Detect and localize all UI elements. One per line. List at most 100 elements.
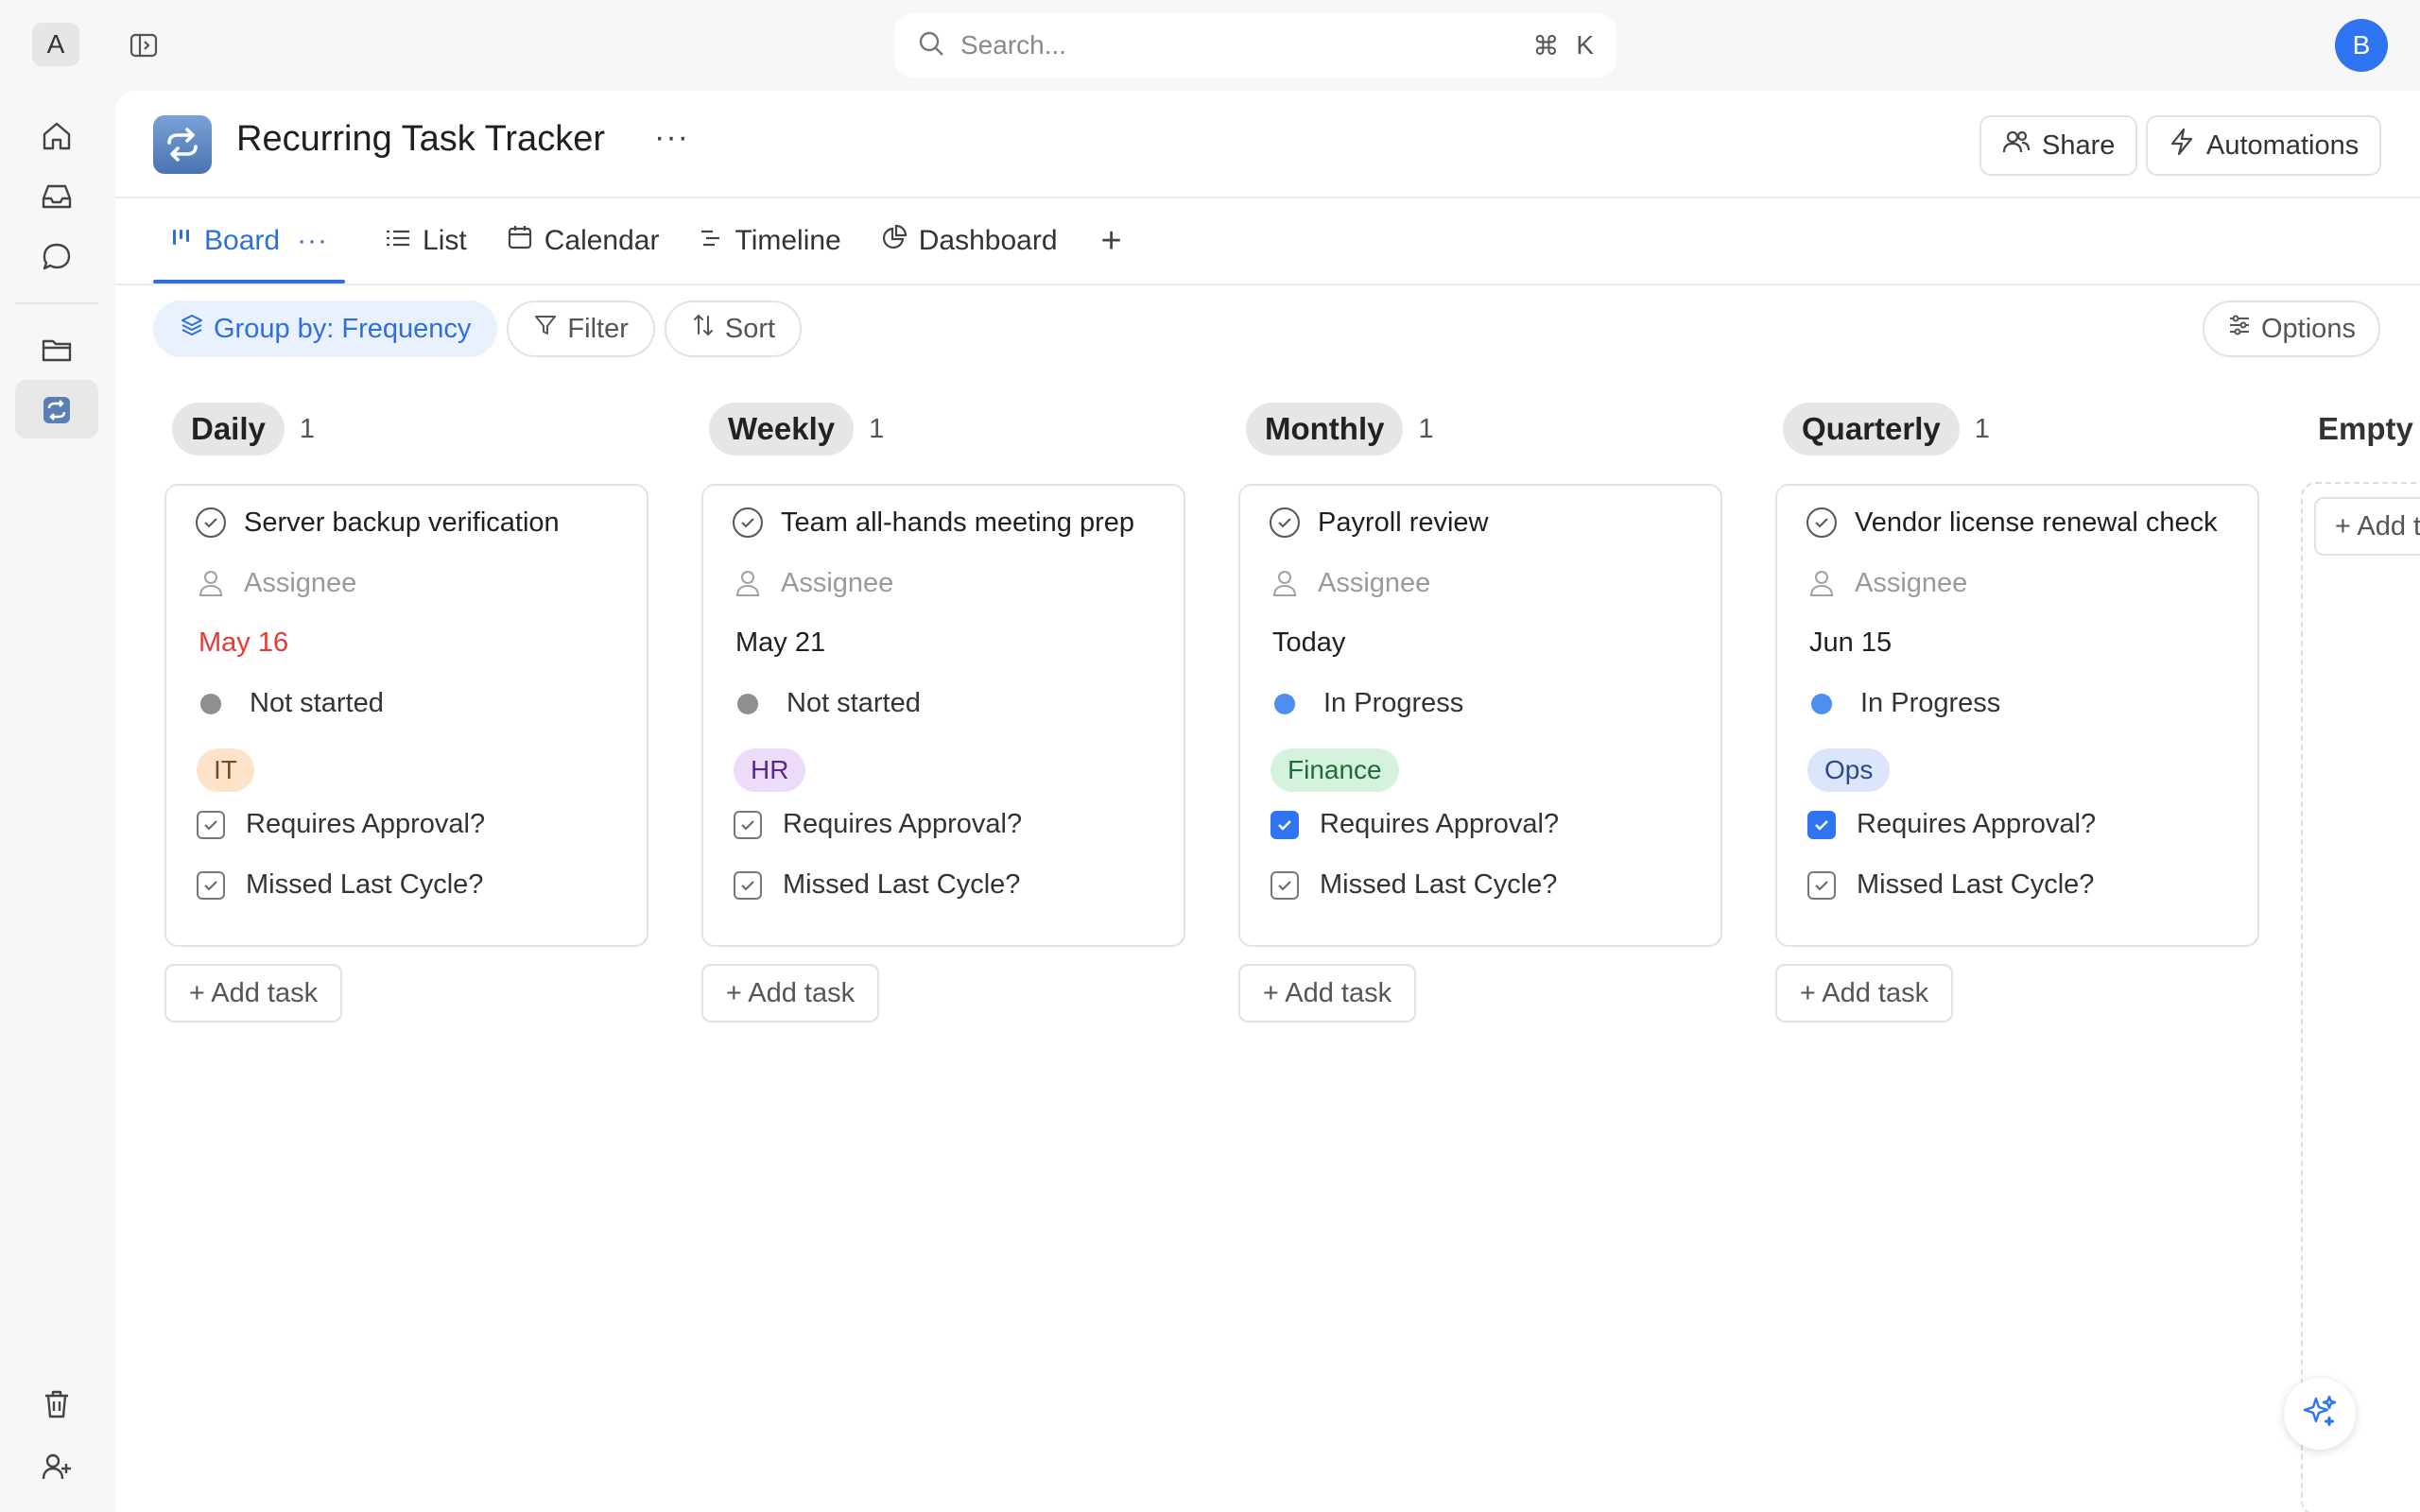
checkbox-icon[interactable] — [1270, 870, 1299, 900]
task-card[interactable]: Server backup verification Assignee May … — [164, 484, 648, 947]
due-date[interactable]: May 21 — [735, 627, 825, 659]
status-row[interactable]: Not started — [195, 688, 384, 719]
home-icon[interactable] — [38, 117, 76, 155]
task-title-row: Payroll review — [1269, 507, 1489, 539]
trash-icon[interactable] — [38, 1385, 76, 1423]
workspace-switcher[interactable]: A — [32, 23, 79, 66]
column-title[interactable]: Weekly — [709, 403, 855, 455]
checkbox-icon[interactable] — [197, 870, 225, 900]
person-icon — [1806, 567, 1838, 599]
pie-chart-icon — [881, 224, 919, 258]
page-icon[interactable] — [153, 115, 212, 174]
check-circle-icon[interactable] — [195, 507, 227, 539]
column-title[interactable]: Daily — [172, 403, 285, 455]
tab-board-more-button[interactable]: ··· — [297, 225, 328, 257]
assignee-row[interactable]: Assignee — [1806, 567, 1967, 599]
check-circle-icon[interactable] — [732, 507, 764, 539]
sort-icon — [691, 313, 725, 345]
due-date[interactable]: Today — [1272, 627, 1345, 659]
tab-board[interactable]: Board ··· — [153, 198, 346, 284]
approval-row[interactable]: Requires Approval? — [732, 809, 1022, 840]
due-date[interactable]: May 16 — [199, 627, 288, 659]
add-task-button[interactable]: + Add task — [701, 964, 879, 1022]
missed-row[interactable]: Missed Last Cycle? — [195, 869, 483, 901]
add-task-button[interactable]: + Add task — [164, 964, 342, 1022]
group-by-button[interactable]: Group by: Frequency — [153, 301, 498, 357]
task-title-row: Vendor license renewal check — [1806, 507, 2218, 539]
automations-button[interactable]: Automations — [2146, 115, 2382, 176]
checkbox-icon[interactable] — [197, 810, 225, 839]
checkbox-icon[interactable] — [734, 870, 762, 900]
column-count: 1 — [1418, 413, 1434, 444]
approval-label: Requires Approval? — [246, 809, 486, 839]
checkbox-icon[interactable] — [1807, 870, 1836, 900]
tag-row[interactable]: IT — [197, 748, 254, 792]
user-avatar[interactable]: B — [2335, 19, 2388, 72]
check-circle-icon[interactable] — [1806, 507, 1838, 539]
checkbox-checked-icon[interactable] — [1270, 810, 1299, 839]
column-title[interactable]: Empty — [2318, 403, 2420, 455]
assignee-row[interactable]: Assignee — [732, 567, 893, 599]
assignee-placeholder: Assignee — [1318, 567, 1431, 598]
inbox-icon[interactable] — [38, 178, 76, 215]
calendar-icon — [507, 224, 544, 258]
options-button[interactable]: Options — [2203, 301, 2380, 357]
sort-button[interactable]: Sort — [664, 301, 803, 357]
chat-icon[interactable] — [38, 238, 76, 276]
task-title: Server backup verification — [244, 507, 560, 538]
tag-row[interactable]: HR — [734, 748, 806, 792]
missed-label: Missed Last Cycle? — [1320, 869, 1558, 900]
assignee-row[interactable]: Assignee — [195, 567, 356, 599]
add-task-button[interactable]: + Add task — [2314, 497, 2420, 556]
share-button[interactable]: Share — [1979, 115, 2138, 176]
add-view-button[interactable]: + — [1101, 221, 1122, 262]
missed-row[interactable]: Missed Last Cycle? — [1806, 869, 2094, 901]
status-row[interactable]: Not started — [732, 688, 921, 719]
page-more-button[interactable]: ··· — [654, 119, 689, 156]
check-circle-icon[interactable] — [1269, 507, 1301, 539]
checkbox-checked-icon[interactable] — [1807, 810, 1836, 839]
tag-row[interactable]: Ops — [1807, 748, 1891, 792]
status-row[interactable]: In Progress — [1269, 688, 1463, 719]
due-date[interactable]: Jun 15 — [1809, 627, 1892, 659]
tab-dashboard[interactable]: Dashboard — [881, 198, 1058, 284]
filter-button[interactable]: Filter — [507, 301, 655, 357]
status-label: Not started — [250, 688, 384, 718]
ai-sparkle-button[interactable] — [2284, 1378, 2356, 1450]
folder-icon[interactable] — [38, 331, 76, 369]
approval-label: Requires Approval? — [1857, 809, 2097, 839]
approval-row[interactable]: Requires Approval? — [195, 809, 485, 840]
approval-row[interactable]: Requires Approval? — [1806, 809, 2096, 840]
tabs-divider — [115, 284, 2420, 285]
task-card[interactable]: Vendor license renewal check Assignee Ju… — [1775, 484, 2259, 947]
assignee-row[interactable]: Assignee — [1269, 567, 1430, 599]
column-title[interactable]: Quarterly — [1783, 403, 1960, 455]
filter-label: Filter — [567, 313, 629, 344]
add-user-icon[interactable] — [38, 1448, 76, 1486]
column-title[interactable]: Monthly — [1246, 403, 1404, 455]
recurring-icon[interactable] — [38, 391, 76, 429]
tab-list[interactable]: List — [385, 198, 467, 284]
missed-row[interactable]: Missed Last Cycle? — [1269, 869, 1557, 901]
status-label: In Progress — [1323, 688, 1464, 718]
add-task-button[interactable]: + Add task — [1775, 964, 1953, 1022]
empty-drop-zone[interactable] — [2301, 482, 2420, 1512]
task-title: Team all-hands meeting prep — [781, 507, 1134, 538]
task-card[interactable]: Payroll review Assignee Today In Progres… — [1238, 484, 1722, 947]
add-task-button[interactable]: + Add task — [1238, 964, 1416, 1022]
search-bar[interactable]: Search... ⌘ K — [894, 13, 1616, 77]
tab-calendar[interactable]: Calendar — [507, 198, 659, 284]
task-card[interactable]: Team all-hands meeting prep Assignee May… — [701, 484, 1185, 947]
sidebar-toggle-icon[interactable] — [129, 30, 159, 60]
lightning-icon — [2169, 128, 2206, 163]
approval-row[interactable]: Requires Approval? — [1269, 809, 1559, 840]
missed-label: Missed Last Cycle? — [1857, 869, 2095, 900]
approval-label: Requires Approval? — [783, 809, 1023, 839]
layers-icon — [180, 313, 214, 345]
missed-row[interactable]: Missed Last Cycle? — [732, 869, 1020, 901]
status-row[interactable]: In Progress — [1806, 688, 2000, 719]
missed-label: Missed Last Cycle? — [246, 869, 484, 900]
checkbox-icon[interactable] — [734, 810, 762, 839]
tab-timeline[interactable]: Timeline — [699, 198, 841, 284]
tag-row[interactable]: Finance — [1270, 748, 1399, 792]
